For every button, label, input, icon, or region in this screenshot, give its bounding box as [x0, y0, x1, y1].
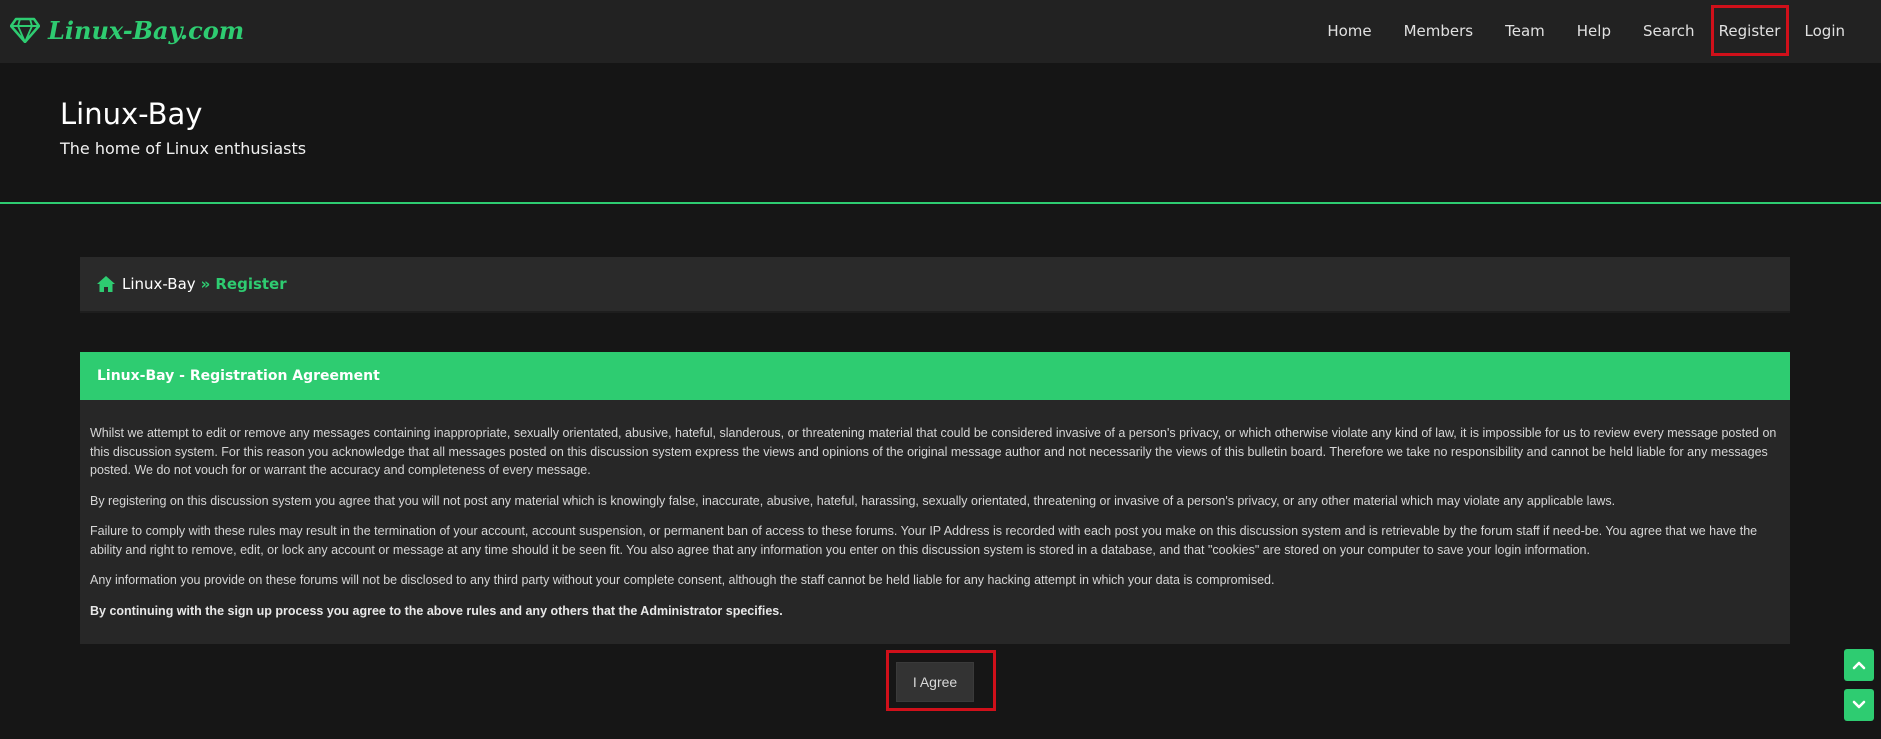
- agreement-paragraph: Any information you provide on these for…: [90, 573, 1275, 587]
- agree-button[interactable]: I Agree: [896, 662, 974, 702]
- logo-text: Linux-Bay.com: [48, 15, 245, 45]
- nav-search[interactable]: Search: [1627, 5, 1711, 56]
- agreement-heading: Linux-Bay - Registration Agreement: [80, 352, 1790, 400]
- scroll-down-button[interactable]: [1844, 689, 1874, 721]
- site-title[interactable]: Linux-Bay: [60, 97, 202, 131]
- nav-help[interactable]: Help: [1561, 5, 1627, 56]
- top-navbar: Linux-Bay.com Home Members Team Help Sea…: [0, 0, 1881, 63]
- main-nav: Home Members Team Help Search Register L…: [1311, 5, 1861, 56]
- nav-register[interactable]: Register: [1710, 5, 1789, 56]
- breadcrumb: Linux-Bay » Register: [80, 257, 1790, 313]
- nav-home[interactable]: Home: [1311, 5, 1387, 56]
- diamond-icon: [10, 17, 40, 43]
- breadcrumb-home-link[interactable]: Linux-Bay: [122, 275, 196, 293]
- chevron-up-icon: [1852, 661, 1866, 670]
- agreement-closing: By continuing with the sign up process y…: [90, 603, 783, 618]
- agreement-paragraph: Failure to comply with these rules may r…: [90, 524, 1758, 557]
- chevron-down-icon: [1852, 700, 1866, 709]
- nav-team[interactable]: Team: [1489, 5, 1561, 56]
- scroll-up-button[interactable]: [1844, 649, 1874, 681]
- agreement-paragraph: By registering on this discussion system…: [90, 493, 1616, 508]
- nav-members[interactable]: Members: [1388, 5, 1490, 56]
- home-icon[interactable]: [96, 275, 116, 293]
- site-header: Linux-Bay The home of Linux enthusiasts: [0, 63, 1881, 204]
- breadcrumb-separator-icon: »: [200, 275, 211, 293]
- nav-login[interactable]: Login: [1789, 5, 1861, 56]
- agreement-body: Whilst we attempt to edit or remove any …: [80, 400, 1790, 644]
- agreement-paragraph: Whilst we attempt to edit or remove any …: [90, 426, 1777, 477]
- site-description: The home of Linux enthusiasts: [60, 139, 307, 158]
- site-logo[interactable]: Linux-Bay.com: [10, 12, 244, 48]
- breadcrumb-current: Register: [215, 275, 287, 293]
